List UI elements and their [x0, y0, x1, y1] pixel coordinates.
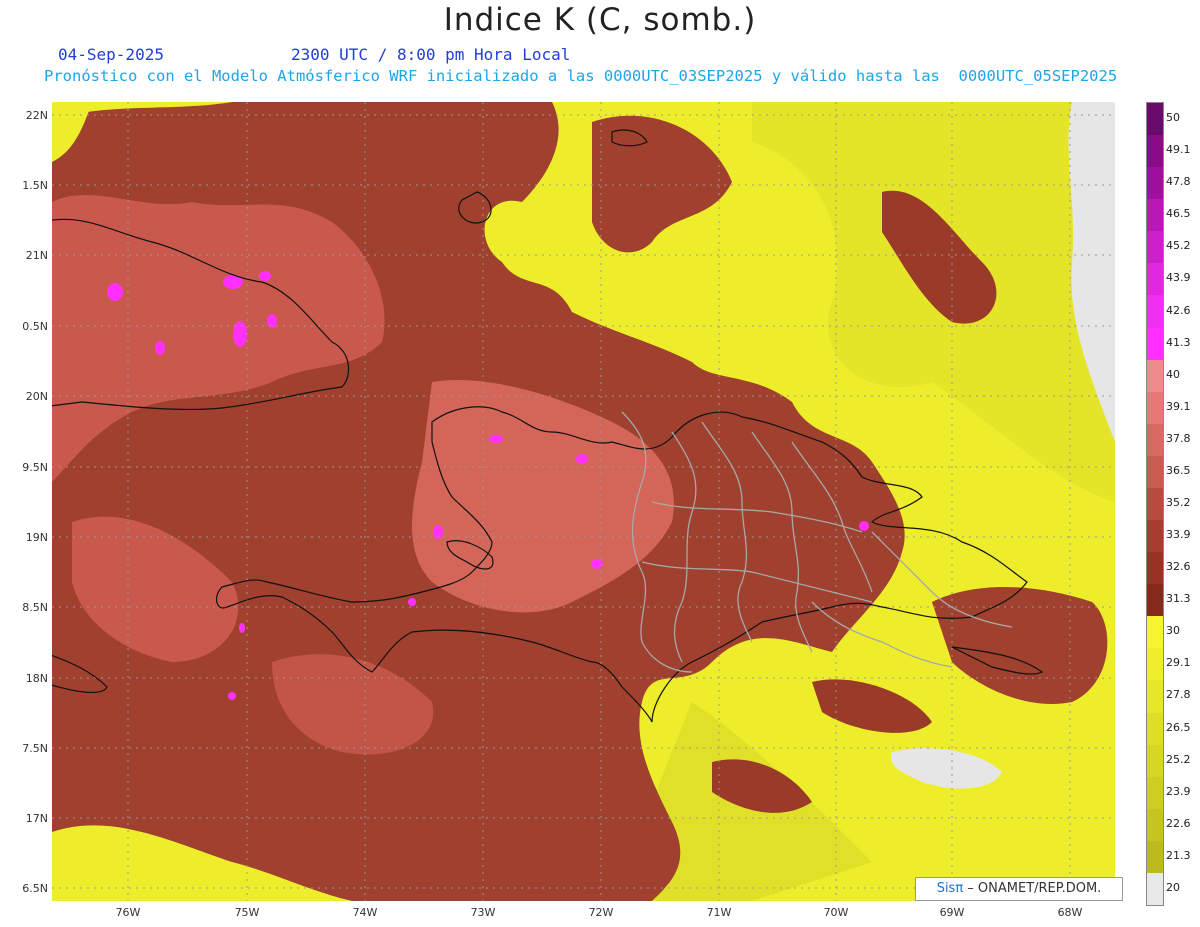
lat-label: 20N: [25, 390, 48, 403]
colorbar-label: 46.5: [1166, 207, 1191, 221]
map-title: Indice K (C, somb.): [443, 2, 757, 38]
colorbar-segment: [1147, 808, 1163, 842]
colorbar-label: 33.9: [1166, 528, 1191, 542]
colorbar-label: 40: [1166, 367, 1180, 381]
credit-brand: Sisπ: [936, 881, 964, 896]
colorbar-label: 43.9: [1166, 271, 1191, 285]
colorbar-segment: [1147, 359, 1163, 393]
colorbar-label: 29.1: [1166, 656, 1191, 670]
colorbar-segment: [1147, 455, 1163, 489]
lon-label: 68W: [1057, 906, 1083, 919]
colorbar-label: 42.6: [1166, 303, 1191, 317]
colorbar-label: 37.8: [1166, 431, 1191, 445]
colorbar-label: 39.1: [1166, 399, 1191, 413]
colorbar-label: 47.8: [1166, 175, 1191, 189]
colorbar-segment: [1147, 712, 1163, 746]
colorbar-label: 35.2: [1166, 496, 1191, 509]
lat-label: 19N: [25, 531, 48, 544]
lat-label: 0.5N: [22, 320, 48, 333]
colorbar-segment: [1147, 487, 1163, 521]
colorbar-segment: [1147, 295, 1163, 329]
lon-label: 74W: [352, 906, 378, 919]
credit-text: – ONAMET/REP.DOM.: [963, 881, 1102, 896]
lon-label: 76W: [115, 906, 141, 919]
colorbar-segment: [1147, 680, 1163, 714]
colorbar-segment: [1147, 872, 1163, 906]
colorbar-segment: [1147, 327, 1163, 361]
colorbar-label: 49.1: [1166, 143, 1191, 157]
forecast-date: 04-Sep-2025: [58, 45, 164, 64]
colorbar-label: 50: [1166, 111, 1180, 125]
colorbar-segment: [1147, 263, 1163, 296]
lat-label: 17N: [25, 812, 48, 825]
colorbar-label: 23.9: [1166, 784, 1191, 798]
colorbar-segment: [1147, 423, 1163, 457]
lat-label: 7.5N: [22, 742, 48, 755]
colorbar-segment: [1147, 135, 1163, 168]
colorbar-label: 41.3: [1166, 335, 1191, 349]
colorbar-label: 36.5: [1166, 463, 1191, 477]
lon-label: 69W: [939, 906, 965, 919]
lon-label: 70W: [823, 906, 849, 919]
colorbar-label: 25.2: [1166, 752, 1191, 766]
colorbar-segment: [1147, 744, 1163, 778]
colorbar: [1146, 102, 1164, 906]
lat-label: 21N: [25, 249, 48, 262]
colorbar-segment: [1147, 584, 1163, 617]
colorbar-segment: [1147, 231, 1163, 264]
lat-label: 6.5N: [22, 882, 48, 895]
colorbar-segment: [1147, 648, 1163, 681]
lon-label: 71W: [706, 906, 732, 919]
lat-label: 18N: [25, 672, 48, 685]
k-index-map: [52, 102, 1115, 901]
colorbar-label: 30: [1166, 624, 1180, 638]
colorbar-segment: [1147, 167, 1163, 200]
lon-label: 72W: [588, 906, 614, 919]
lat-label: 1.5N: [22, 179, 48, 192]
credit-box: Sisπ – ONAMET/REP.DOM.: [915, 877, 1123, 901]
colorbar-segment: [1147, 776, 1163, 810]
colorbar-segment: [1147, 103, 1163, 136]
colorbar-label: 22.6: [1166, 816, 1191, 830]
forecast-time: 2300 UTC / 8:00 pm Hora Local: [291, 45, 571, 64]
lat-label: 8.5N: [22, 601, 48, 614]
map-field-svg: [52, 102, 1115, 901]
lat-label: 9.5N: [22, 461, 48, 474]
colorbar-label: 32.6: [1166, 560, 1191, 574]
colorbar-label: 20: [1166, 880, 1180, 894]
lon-label: 75W: [234, 906, 260, 919]
colorbar-label: 45.2: [1166, 239, 1191, 253]
lon-label: 73W: [470, 906, 496, 919]
colorbar-segment: [1147, 199, 1163, 232]
colorbar-label: 26.5: [1166, 720, 1191, 734]
colorbar-label: 21.3: [1166, 848, 1191, 862]
colorbar-segment: [1147, 616, 1163, 649]
colorbar-segment: [1147, 552, 1163, 585]
colorbar-label: 27.8: [1166, 688, 1191, 702]
lat-label: 22N: [25, 109, 48, 122]
colorbar-label: 31.3: [1166, 592, 1191, 606]
forecast-description: Pronóstico con el Modelo Atmósferico WRF…: [44, 67, 1118, 85]
colorbar-segment: [1147, 391, 1163, 425]
colorbar-segment: [1147, 840, 1163, 874]
colorbar-segment: [1147, 520, 1163, 553]
